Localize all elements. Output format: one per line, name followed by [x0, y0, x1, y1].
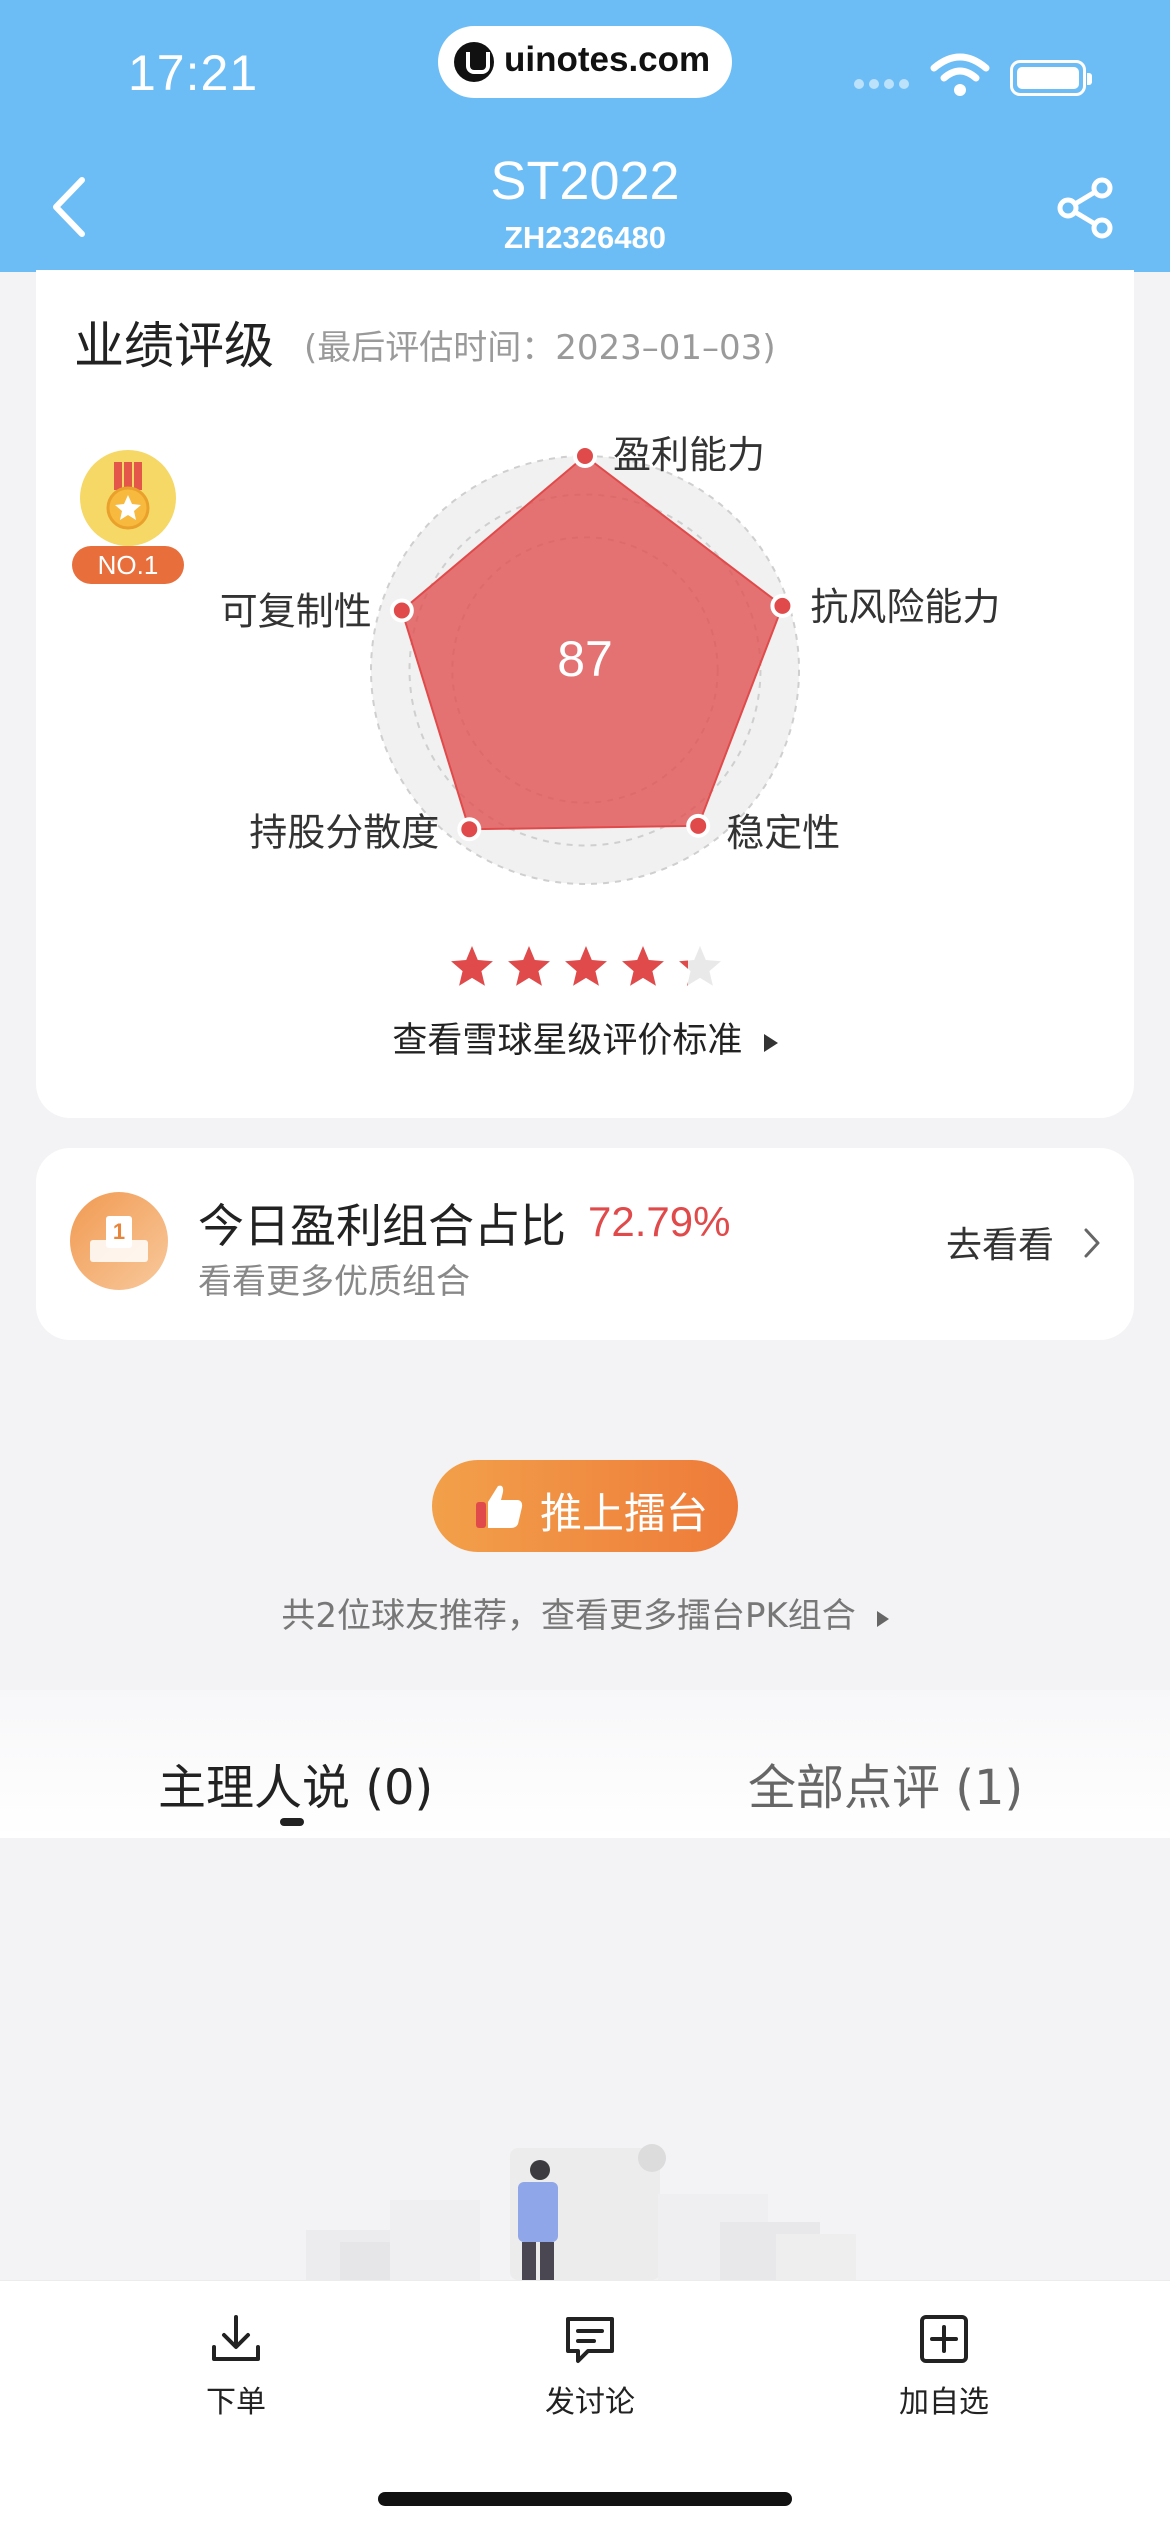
radar-label-0: 盈利能力 — [613, 433, 765, 477]
chat-icon — [566, 2317, 614, 2363]
star-filled-2 — [565, 946, 607, 986]
radar-label-1: 抗风险能力 — [810, 585, 1000, 629]
home-indicator — [378, 2492, 792, 2506]
radar-point-1 — [770, 593, 795, 618]
profit-title: 今日盈利组合占比 — [198, 1199, 566, 1253]
url-pill[interactable]: uinotes.com — [438, 26, 732, 98]
post-discussion-button[interactable]: 发讨论 — [490, 2311, 690, 2431]
add-watchlist-button[interactable]: 加自选 — [844, 2311, 1044, 2431]
order-label: 下单 — [206, 2385, 266, 2420]
page-title: ST2022 — [490, 151, 680, 211]
order-button[interactable]: 下单 — [136, 2311, 336, 2431]
thumbs-up-icon — [476, 1485, 523, 1528]
url-text: uinotes.com — [504, 40, 711, 79]
profit-card[interactable]: 今日盈利组合占比 72.79% 看看更多优质组合 去看看 — [36, 1148, 1134, 1340]
star-filled-3 — [622, 946, 664, 986]
podium-icon — [70, 1192, 168, 1290]
signal-icon — [854, 74, 914, 89]
share-icon[interactable] — [1054, 176, 1118, 240]
radar-point-0 — [573, 444, 597, 468]
battery-icon — [1010, 60, 1092, 96]
site-logo-icon — [454, 42, 494, 82]
rating-standard-label: 查看雪球星级评价标准 — [392, 1021, 743, 1061]
play-arrow-icon — [876, 1611, 889, 1627]
star-rating — [451, 946, 721, 986]
star-filled-1 — [508, 946, 550, 986]
radar-label-2: 稳定性 — [726, 811, 840, 855]
tab-all-reviews[interactable]: 全部点评 (1) — [748, 1748, 1023, 1818]
add-watchlist-label: 加自选 — [899, 2385, 989, 2420]
wifi-icon — [930, 53, 990, 96]
tab-indicator — [280, 1818, 304, 1826]
push-to-arena-button[interactable]: 推上擂台 — [432, 1460, 738, 1552]
play-arrow-icon — [763, 1034, 778, 1052]
post-discussion-label: 发讨论 — [545, 2385, 635, 2420]
radar-point-4 — [389, 598, 414, 623]
download-icon — [212, 2315, 260, 2361]
profit-subtitle: 看看更多优质组合 — [198, 1262, 470, 1302]
recommend-label: 共2位球友推荐，查看更多擂台PK组合 — [281, 1596, 856, 1636]
radar-point-2 — [686, 813, 711, 838]
page-subtitle: ZH2326480 — [503, 220, 666, 255]
push-to-arena-label: 推上擂台 — [540, 1489, 709, 1538]
rating-standard-link[interactable]: 查看雪球星级评价标准 — [36, 1012, 1134, 1063]
radar-point-3 — [457, 817, 482, 842]
radar-label-4: 可复制性 — [220, 589, 372, 633]
tab-bar: 主理人说 (0) 全部点评 (1) — [0, 1690, 1170, 1838]
radar-score: 87 — [557, 631, 613, 687]
header: 17:21 uinotes.com ST2022 ZH2326480 — [0, 0, 1170, 272]
radar-label-3: 持股分散度 — [249, 810, 439, 854]
go-see-button[interactable]: 去看看 — [946, 1216, 1054, 1268]
chevron-right-icon — [1084, 1228, 1100, 1258]
tab-manager-says[interactable]: 主理人说 (0) — [158, 1748, 433, 1818]
add-box-icon — [920, 2315, 968, 2363]
star-filled-0 — [451, 946, 493, 986]
status-time: 17:21 — [128, 45, 259, 101]
profit-value: 72.79% — [588, 1198, 731, 1245]
empty-state-illustration — [306, 2144, 856, 2280]
recommend-link[interactable]: 共2位球友推荐，查看更多擂台PK组合 — [0, 1588, 1170, 1637]
rating-card: 业绩评级 (最后评估时间：2023–01–03) NO.1 87 盈利能力 抗风险… — [36, 270, 1134, 1118]
